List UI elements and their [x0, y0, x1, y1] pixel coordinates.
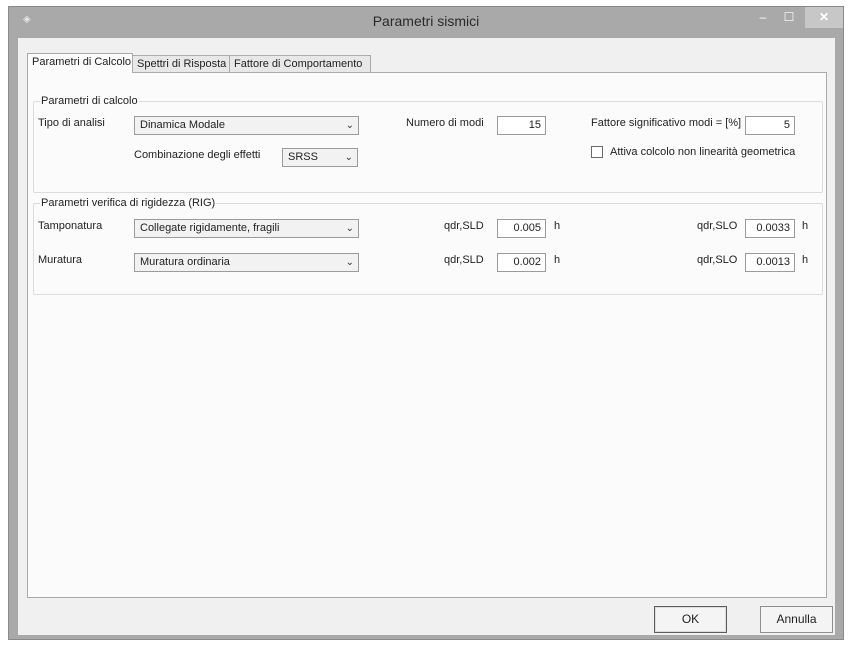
infill-slo-unit: h [802, 220, 809, 232]
masonry-select[interactable]: Muratura ordinaria ⌄ [134, 253, 359, 272]
chevron-down-icon: ⌄ [345, 257, 354, 268]
rig-params-group-title: Parametri verifica di rigidezza (RIG) [40, 197, 217, 209]
modes-count-input[interactable]: 15 [497, 116, 546, 135]
nonlinear-geometry-checkbox[interactable] [591, 146, 603, 158]
masonry-slo-input[interactable]: 0.0013 [745, 253, 795, 272]
calc-params-group-title: Parametri di calcolo [40, 95, 139, 107]
tab-fattore-di-comportamento[interactable]: Fattore di Comportamento [229, 55, 371, 72]
effects-combination-label: Combinazione degli effetti [134, 149, 261, 161]
effects-combination-select[interactable]: SRSS ⌄ [282, 148, 358, 167]
tab-spettri-di-risposta[interactable]: Spettri di Risposta [132, 55, 230, 72]
modes-count-label: Numero di modi [406, 117, 484, 129]
maximize-button[interactable]: ☐ [777, 7, 801, 28]
masonry-slo-label: qdr,SLO [697, 254, 738, 266]
masonry-value: Muratura ordinaria [140, 256, 230, 268]
masonry-sld-unit: h [554, 254, 561, 266]
chevron-down-icon: ⌄ [345, 223, 354, 234]
effects-combination-value: SRSS [288, 151, 318, 163]
cancel-button[interactable]: Annulla [760, 606, 833, 633]
tab-page-parametri-di-calcolo: Parametri di calcolo Tipo di analisi Din… [27, 72, 827, 598]
infill-value: Collegate rigidamente, fragili [140, 222, 280, 234]
infill-slo-label: qdr,SLO [697, 220, 738, 232]
significant-factor-label: Fattore significativo modi = [%] [591, 117, 742, 129]
infill-slo-input[interactable]: 0.0033 [745, 219, 795, 238]
dialog-window: ◈ Parametri sismici – ☐ ✕ Parametri di C… [8, 6, 844, 640]
chevron-down-icon: ⌄ [345, 120, 354, 131]
analysis-type-select[interactable]: Dinamica Modale ⌄ [134, 116, 359, 135]
ok-button[interactable]: OK [654, 606, 727, 633]
tab-parametri-di-calcolo[interactable]: Parametri di Calcolo [27, 53, 133, 73]
title-bar[interactable]: ◈ Parametri sismici – ☐ ✕ [9, 7, 843, 35]
calc-params-group: Parametri di calcolo Tipo di analisi Din… [33, 95, 823, 193]
rig-params-group: Parametri verifica di rigidezza (RIG) Ta… [33, 197, 823, 295]
infill-sld-input[interactable]: 0.005 [497, 219, 546, 238]
analysis-type-value: Dinamica Modale [140, 119, 225, 131]
dialog-client-area: Parametri di Calcolo Spettri di Risposta… [18, 38, 835, 635]
nonlinear-geometry-label: Attiva colcolo non linearità geometrica [610, 146, 796, 158]
window-title: Parametri sismici [372, 13, 480, 29]
masonry-sld-label: qdr,SLD [444, 254, 484, 266]
infill-sld-label: qdr,SLD [444, 220, 484, 232]
minimize-button[interactable]: – [751, 7, 775, 28]
masonry-label: Muratura [38, 254, 83, 266]
infill-select[interactable]: Collegate rigidamente, fragili ⌄ [134, 219, 359, 238]
infill-label: Tamponatura [38, 220, 103, 232]
masonry-slo-unit: h [802, 254, 809, 266]
analysis-type-label: Tipo di analisi [38, 117, 105, 129]
infill-sld-unit: h [554, 220, 561, 232]
masonry-sld-input[interactable]: 0.002 [497, 253, 546, 272]
close-button[interactable]: ✕ [805, 7, 843, 28]
significant-factor-input[interactable]: 5 [745, 116, 795, 135]
chevron-down-icon: ⌄ [344, 152, 353, 163]
